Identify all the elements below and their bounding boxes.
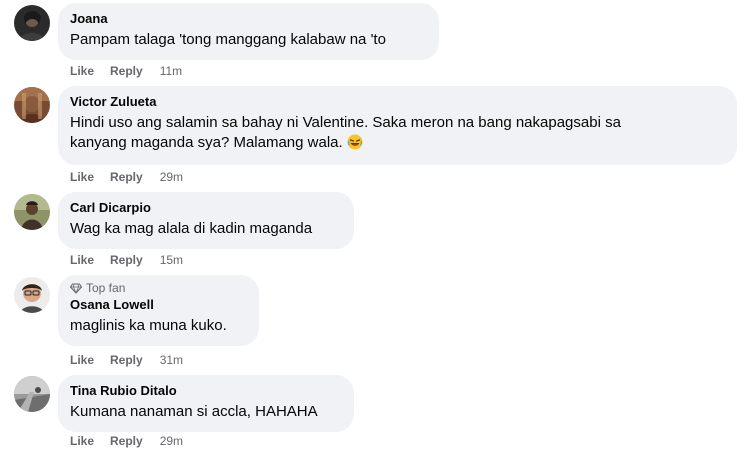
comment-actions: Like Reply 15m bbox=[70, 252, 183, 268]
reply-button[interactable]: Reply bbox=[110, 169, 143, 185]
comment-author[interactable]: Osana Lowell bbox=[70, 296, 247, 313]
reply-button[interactable]: Reply bbox=[110, 252, 143, 268]
comment-actions: Like Reply 29m bbox=[70, 169, 183, 185]
like-button[interactable]: Like bbox=[70, 63, 94, 79]
reply-button[interactable]: Reply bbox=[110, 433, 143, 449]
comment-text: maglinis ka muna kuko. bbox=[70, 317, 227, 334]
top-fan-badge: Top fan bbox=[70, 281, 247, 295]
comment-bubble: Joana Pampam talaga 'tong manggang kalab… bbox=[58, 3, 439, 60]
comment-timestamp[interactable]: 11m bbox=[160, 63, 182, 79]
comment-actions: Like Reply 11m bbox=[70, 63, 182, 79]
reply-button[interactable]: Reply bbox=[110, 63, 143, 79]
comment-text-line: kanyang maganda sya? Malamang wala. bbox=[70, 134, 343, 151]
reply-button[interactable]: Reply bbox=[110, 352, 143, 368]
like-button[interactable]: Like bbox=[70, 352, 94, 368]
comment-timestamp[interactable]: 15m bbox=[160, 252, 183, 268]
top-fan-label: Top fan bbox=[86, 281, 126, 295]
comment-timestamp[interactable]: 31m bbox=[160, 352, 183, 368]
comment-bubble: Victor Zulueta Hindi uso ang salamin sa … bbox=[58, 86, 737, 165]
laughing-emoji-icon bbox=[347, 134, 363, 150]
comment-timestamp[interactable]: 29m bbox=[160, 169, 183, 185]
avatar[interactable] bbox=[14, 194, 50, 230]
comment-author[interactable]: Tina Rubio Ditalo bbox=[70, 382, 342, 399]
comment-bubble: Tina Rubio Ditalo Kumana nanaman si accl… bbox=[58, 375, 354, 432]
comment-author[interactable]: Carl Dicarpio bbox=[70, 199, 342, 216]
comment-text: Wag ka mag alala di kadin maganda bbox=[70, 220, 313, 237]
comment-author[interactable]: Victor Zulueta bbox=[70, 93, 725, 110]
comment-actions: Like Reply 29m bbox=[70, 433, 183, 449]
like-button[interactable]: Like bbox=[70, 169, 94, 185]
like-button[interactable]: Like bbox=[70, 433, 94, 449]
comment-timestamp[interactable]: 29m bbox=[160, 433, 183, 449]
comment-text: Kumana nanaman si accla, HAHAHA bbox=[70, 403, 318, 420]
avatar[interactable] bbox=[14, 87, 50, 123]
comment-text-line-2: kanyang maganda sya? Malamang wala. bbox=[70, 133, 725, 153]
avatar[interactable] bbox=[14, 277, 50, 313]
avatar[interactable] bbox=[14, 5, 50, 41]
comment-bubble: Top fan Osana Lowell maglinis ka muna ku… bbox=[58, 275, 259, 346]
comment-actions: Like Reply 31m bbox=[70, 352, 183, 368]
comment-author[interactable]: Joana bbox=[70, 10, 427, 27]
comment-text-line: Hindi uso ang salamin sa bahay ni Valent… bbox=[70, 114, 621, 131]
diamond-icon bbox=[70, 282, 82, 294]
comment-text: Hindi uso ang salamin sa bahay ni Valent… bbox=[70, 113, 725, 153]
comment-text: Pampam talaga 'tong manggang kalabaw na … bbox=[70, 31, 386, 48]
like-button[interactable]: Like bbox=[70, 252, 94, 268]
avatar[interactable] bbox=[14, 376, 50, 412]
comment-bubble: Carl Dicarpio Wag ka mag alala di kadin … bbox=[58, 192, 354, 249]
